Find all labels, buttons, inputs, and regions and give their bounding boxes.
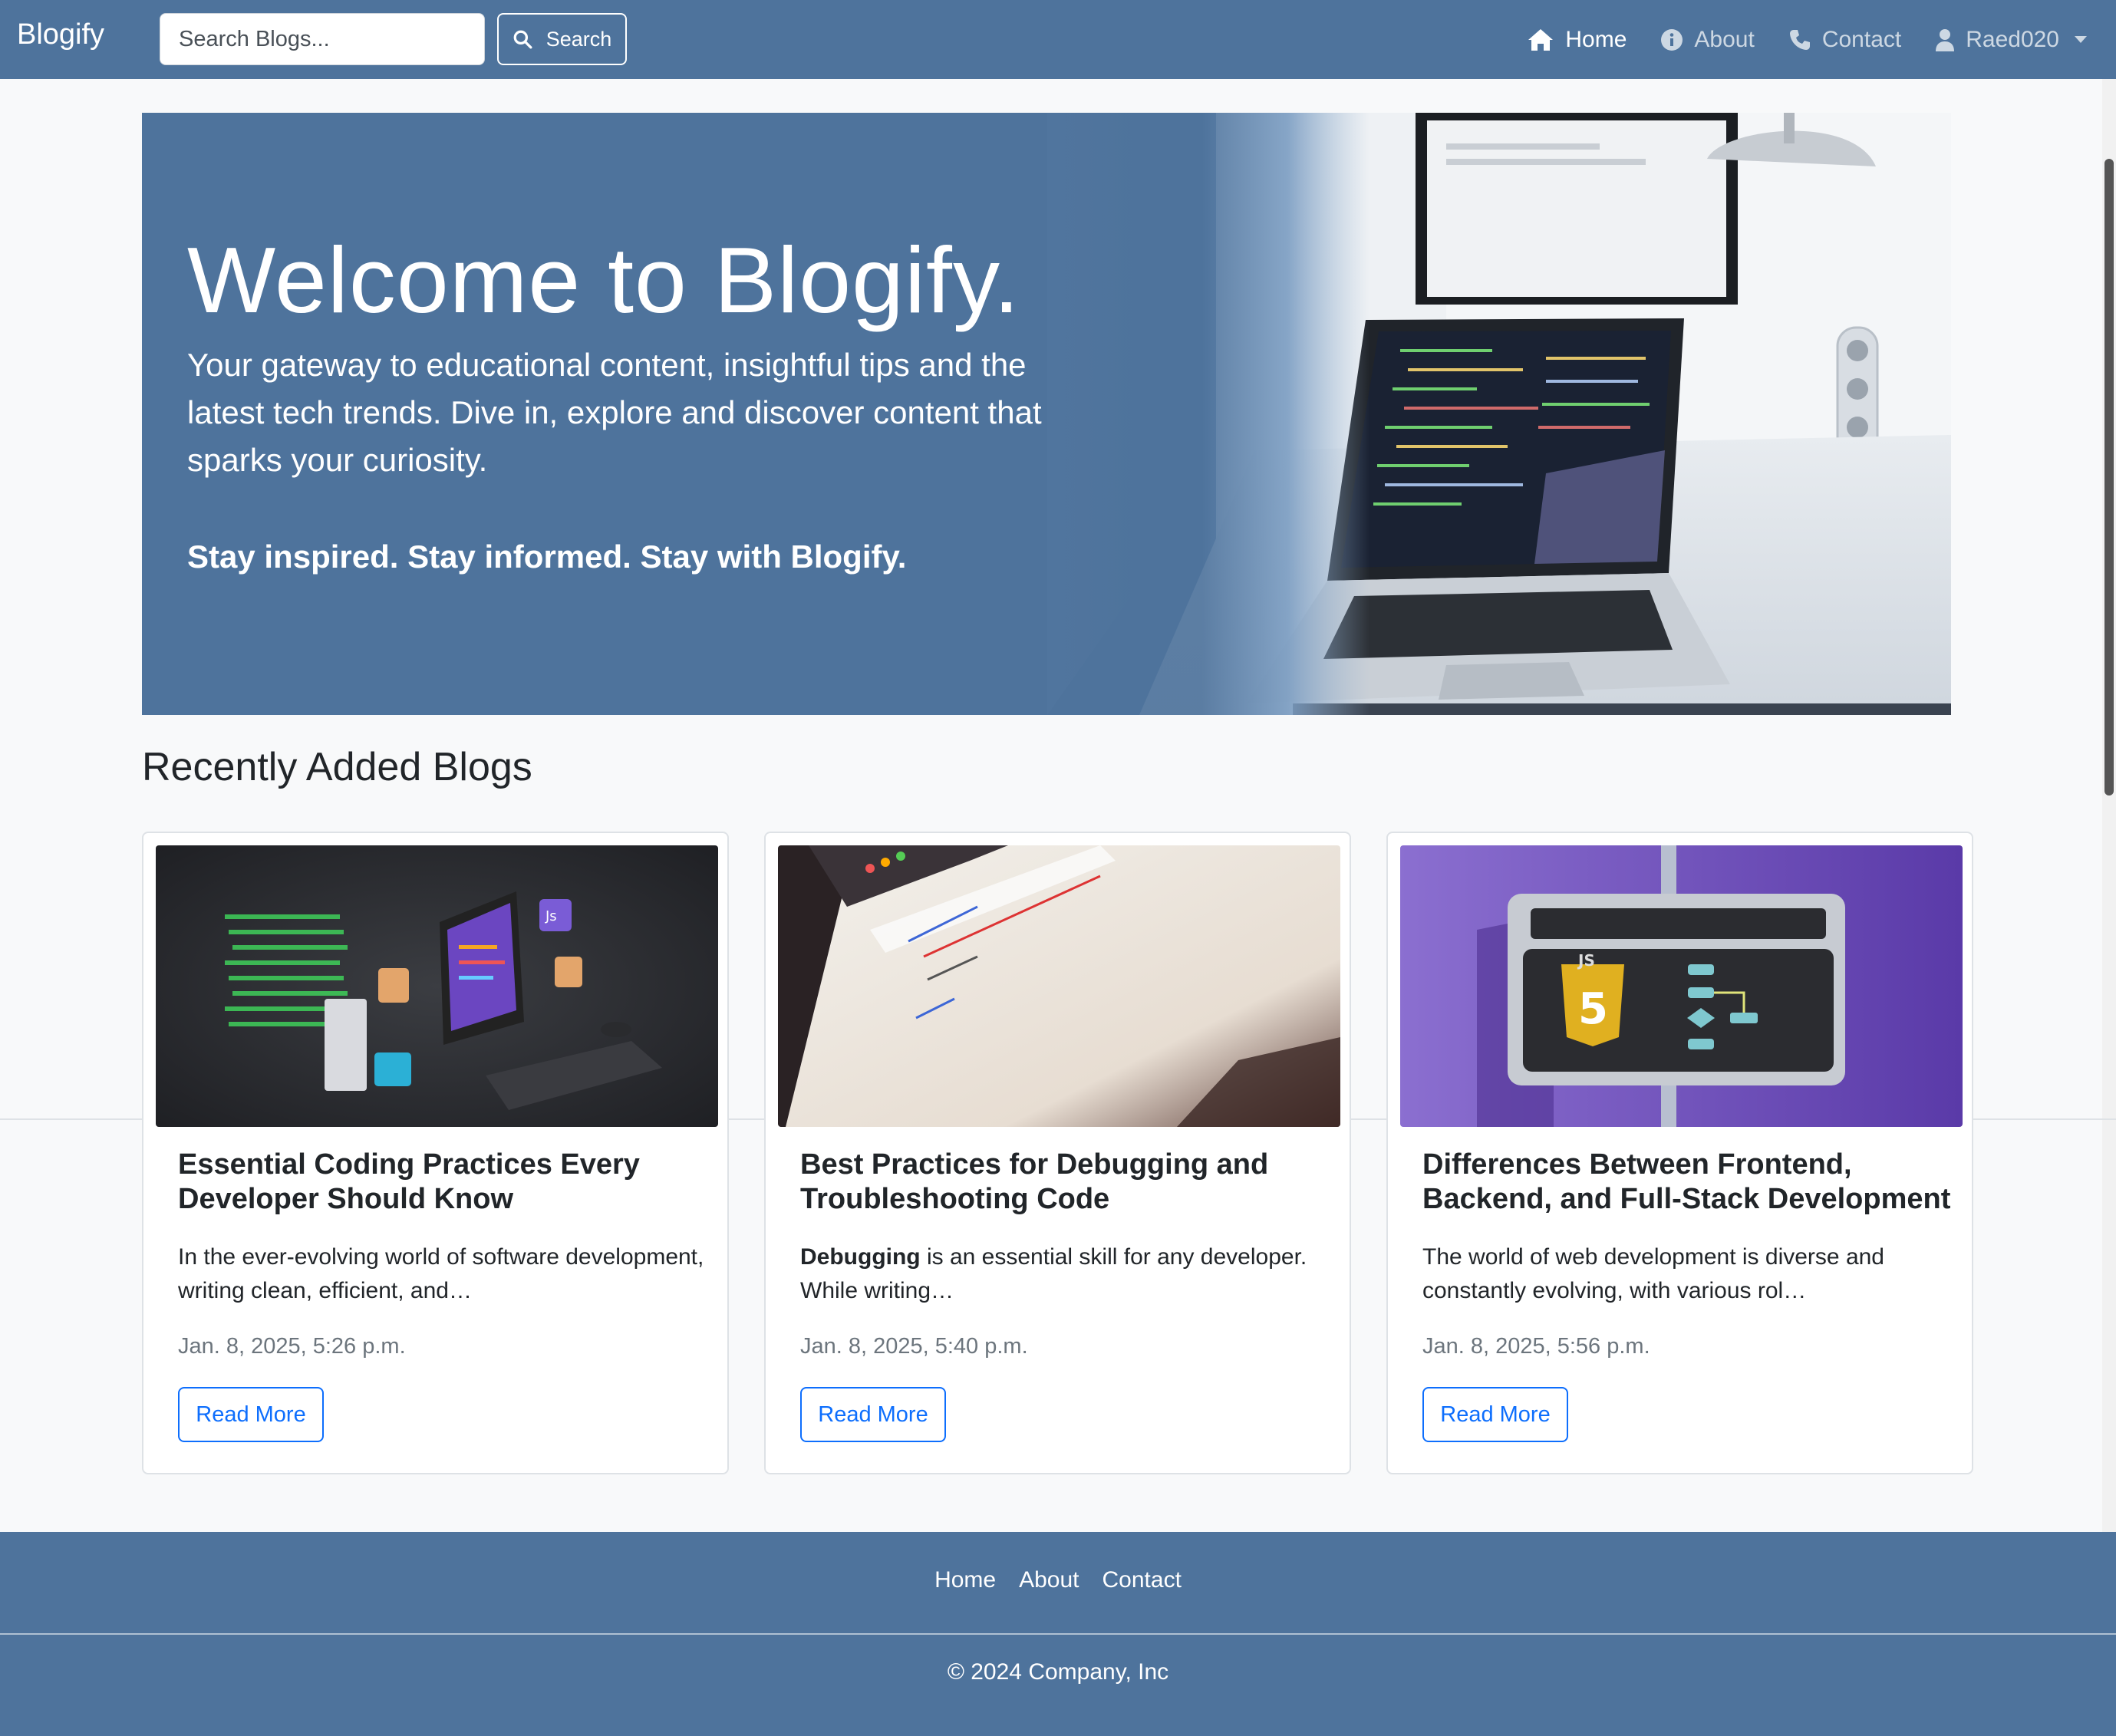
user-menu-label: Raed020 <box>1966 26 2059 52</box>
hero-subtitle: Your gateway to educational content, ins… <box>187 347 1042 478</box>
phone-icon <box>1789 29 1810 50</box>
footer-link-about[interactable]: About <box>1019 1567 1079 1593</box>
debugging-screen-image <box>778 845 1340 1127</box>
blog-card-excerpt: In the ever-evolving world of software d… <box>178 1244 704 1303</box>
nav-contact[interactable]: Contact <box>1788 27 1901 53</box>
blog-card: 5 JS Differences Between Frontend, Backe… <box>1386 832 1973 1474</box>
footer-nav: Home About Contact <box>0 1567 2116 1593</box>
user-icon <box>1936 28 1955 51</box>
blog-card-excerpt: Debugging is an essential skill for any … <box>800 1240 1330 1308</box>
blog-card-image[interactable]: Js <box>156 845 718 1127</box>
hero-tagline: Stay inspired. Stay informed. Stay with … <box>187 539 907 575</box>
coding-illustration-image: Js <box>156 845 718 1127</box>
web-development-image: 5 JS <box>1400 845 1963 1127</box>
footer-copyright: © 2024 Company, Inc <box>947 1659 1169 1685</box>
blog-card-image[interactable] <box>778 845 1340 1127</box>
blog-card-date: Jan. 8, 2025, 5:40 p.m. <box>800 1334 1028 1359</box>
svg-text:JS: JS <box>1577 951 1595 970</box>
search-input[interactable] <box>160 13 485 65</box>
read-more-button[interactable]: Read More <box>178 1387 324 1442</box>
read-more-button[interactable]: Read More <box>1422 1387 1568 1442</box>
search-button-label: Search <box>545 27 612 51</box>
brand-logo[interactable]: Blogify <box>17 18 104 51</box>
footer-divider <box>0 1633 2116 1635</box>
footer-link-contact[interactable]: Contact <box>1102 1567 1182 1593</box>
blog-card-excerpt: The world of web development is diverse … <box>1422 1244 1884 1303</box>
blog-card-title[interactable]: Differences Between Frontend, Backend, a… <box>1422 1148 1952 1217</box>
excerpt-bold-term: Debugging <box>800 1244 921 1270</box>
recent-blogs-heading: Recently Added Blogs <box>142 745 532 789</box>
blog-card-date: Jan. 8, 2025, 5:26 p.m. <box>178 1334 406 1359</box>
nav-links: Home About Contact Raed020 <box>1527 0 2087 79</box>
search-icon <box>513 30 532 49</box>
nav-contact-label: Contact <box>1821 26 1902 52</box>
user-menu-dropdown[interactable]: Raed020 <box>1935 27 2087 53</box>
page-footer: Home About Contact © 2024 Company, Inc <box>0 1532 2116 1736</box>
hero-title: Welcome to Blogify. <box>187 228 1020 332</box>
footer-link-home[interactable]: Home <box>934 1567 996 1593</box>
blog-card-title[interactable]: Essential Coding Practices Every Develop… <box>178 1148 707 1217</box>
home-icon <box>1528 28 1554 51</box>
top-navbar: Blogify Search Home About Contact Raed02… <box>0 0 2116 79</box>
nav-about[interactable]: About <box>1660 26 1755 53</box>
info-icon <box>1661 28 1683 51</box>
nav-home[interactable]: Home <box>1527 27 1627 53</box>
search-button[interactable]: Search <box>497 13 627 65</box>
nav-home-label: Home <box>1565 26 1627 52</box>
blog-card: Js Essential Coding Practices Every Deve… <box>142 832 729 1474</box>
blog-card: Best Practices for Debugging and Trouble… <box>764 832 1351 1474</box>
blog-card-image[interactable]: 5 JS <box>1400 845 1963 1127</box>
chevron-down-icon <box>2075 36 2087 43</box>
nav-about-label: About <box>1694 26 1755 52</box>
svg-text:5: 5 <box>1578 984 1608 1034</box>
read-more-button[interactable]: Read More <box>800 1387 946 1442</box>
page-scrollbar[interactable] <box>2102 79 2116 1736</box>
scrollbar-thumb[interactable] <box>2104 159 2114 796</box>
blog-card-title[interactable]: Best Practices for Debugging and Trouble… <box>800 1148 1330 1217</box>
hero-banner: Welcome to Blogify. Your gateway to educ… <box>142 113 1951 715</box>
svg-text:Js: Js <box>545 908 557 924</box>
blog-card-date: Jan. 8, 2025, 5:56 p.m. <box>1422 1334 1650 1359</box>
